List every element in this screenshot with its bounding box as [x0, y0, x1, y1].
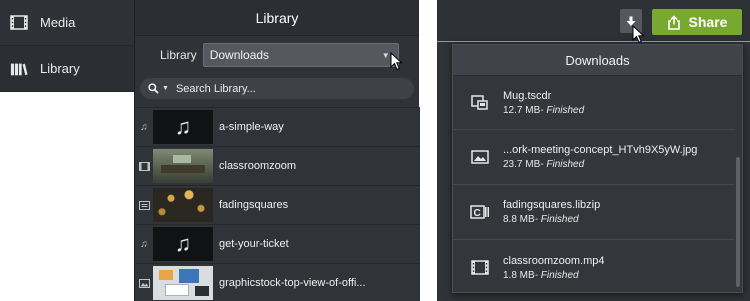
- sidebar-item-media[interactable]: Media: [0, 0, 135, 46]
- caption-icon: [135, 200, 153, 210]
- list-item[interactable]: graphicstock-top-view-of-offi...: [135, 263, 420, 301]
- list-item[interactable]: ...ork-meeting-concept_HTvh9X5yW.jpg 23.…: [453, 130, 735, 185]
- asset-name: fadingsquares: [219, 199, 289, 211]
- books-icon: [10, 61, 28, 77]
- sidebar: Media Library: [0, 0, 135, 92]
- download-file-name: classroomzoom.mp4: [503, 254, 605, 267]
- download-status: - Finished: [540, 104, 585, 116]
- list-item[interactable]: ♫ ♫ a-simple-way: [135, 107, 420, 146]
- search-placeholder: Search Library...: [175, 82, 256, 95]
- music-note-icon: ♫: [140, 121, 148, 133]
- library-select-label: Library: [160, 48, 197, 62]
- list-item[interactable]: fadingsquares: [135, 185, 420, 224]
- share-icon: [667, 14, 680, 30]
- download-status: - Finished: [534, 214, 579, 225]
- list-item[interactable]: ♫ ♫ get-your-ticket: [135, 224, 420, 263]
- asset-name: classroomzoom: [219, 160, 297, 172]
- asset-name: get-your-ticket: [219, 238, 289, 250]
- thumbnail: [153, 266, 213, 300]
- download-status: - Finished: [534, 269, 579, 281]
- list-item[interactable]: classroomzoom.mp4 1.8 MB- Finished: [453, 240, 735, 292]
- thumbnail: [153, 188, 213, 222]
- search-input[interactable]: ▼ Search Library...: [140, 78, 414, 99]
- film-strip-icon: [469, 257, 491, 279]
- download-file-size: 23.7 MB: [503, 159, 541, 170]
- asset-name: graphicstock-top-view-of-offi...: [219, 277, 366, 289]
- sidebar-item-label: Media: [40, 15, 76, 30]
- download-file-size: 12.7 MB: [503, 104, 541, 116]
- film-strip-icon: [10, 15, 28, 31]
- device-file-icon: [469, 92, 491, 114]
- music-note-icon: ♫: [140, 238, 148, 250]
- library-zip-icon: C: [469, 201, 491, 223]
- thumbnail: ♫: [153, 227, 213, 261]
- library-selector-row: Library Downloads ▼: [135, 36, 419, 74]
- download-status: - Finished: [540, 159, 585, 170]
- download-file-name: fadingsquares.libzip: [503, 199, 601, 211]
- image-icon: [469, 146, 491, 168]
- downloads-window: Share Downloads Mug.tscdr 12.7 MB- Finis…: [437, 0, 750, 301]
- mouse-pointer-icon: [632, 25, 645, 44]
- share-label: Share: [688, 14, 728, 30]
- list-item[interactable]: C fadingsquares.libzip 8.8 MB- Finished: [453, 185, 735, 240]
- image-icon: [135, 278, 153, 288]
- library-pane-title: Library: [135, 0, 419, 36]
- mouse-pointer-icon: [390, 52, 403, 71]
- share-button[interactable]: Share: [652, 9, 742, 35]
- downloads-title: Downloads: [453, 45, 742, 76]
- list-item[interactable]: classroomzoom: [135, 146, 420, 185]
- list-item[interactable]: Mug.tscdr 12.7 MB- Finished: [453, 76, 735, 130]
- thumbnail: ♫: [153, 110, 213, 144]
- sidebar-item-library[interactable]: Library: [0, 46, 135, 92]
- library-window: Media Library Library Library Downloads …: [0, 0, 420, 301]
- download-file-name: ...ork-meeting-concept_HTvh9X5yW.jpg: [503, 144, 698, 156]
- asset-name: a-simple-way: [219, 121, 284, 133]
- chevron-down-icon[interactable]: ▼: [162, 85, 169, 92]
- music-note-icon: ♫: [174, 231, 192, 256]
- download-file-name: Mug.tscdr: [503, 89, 552, 102]
- download-file-size: 8.8 MB: [503, 214, 535, 225]
- library-select[interactable]: Downloads ▼: [202, 43, 403, 71]
- svg-text:C: C: [474, 208, 481, 219]
- downloads-dropdown: Downloads Mug.tscdr 12.7 MB- Finished ..…: [452, 44, 743, 293]
- film-strip-icon: [135, 161, 153, 171]
- music-note-icon: ♫: [174, 114, 192, 139]
- download-file-size: 1.8 MB: [503, 269, 535, 281]
- asset-list: ♫ ♫ a-simple-way classroomzoom fadingsqu…: [135, 107, 420, 301]
- thumbnail: [153, 149, 213, 183]
- toolbar: Share: [437, 0, 750, 44]
- search-icon[interactable]: [148, 83, 159, 94]
- sidebar-item-label: Library: [40, 61, 80, 76]
- scrollbar[interactable]: [736, 157, 740, 287]
- library-pane: Library Library Downloads ▼ ▼ Search Lib…: [134, 0, 420, 301]
- chevron-down-icon[interactable]: ▼: [382, 51, 390, 60]
- library-select-value: Downloads: [209, 48, 270, 62]
- downloads-list: Mug.tscdr 12.7 MB- Finished ...ork-meeti…: [453, 76, 735, 292]
